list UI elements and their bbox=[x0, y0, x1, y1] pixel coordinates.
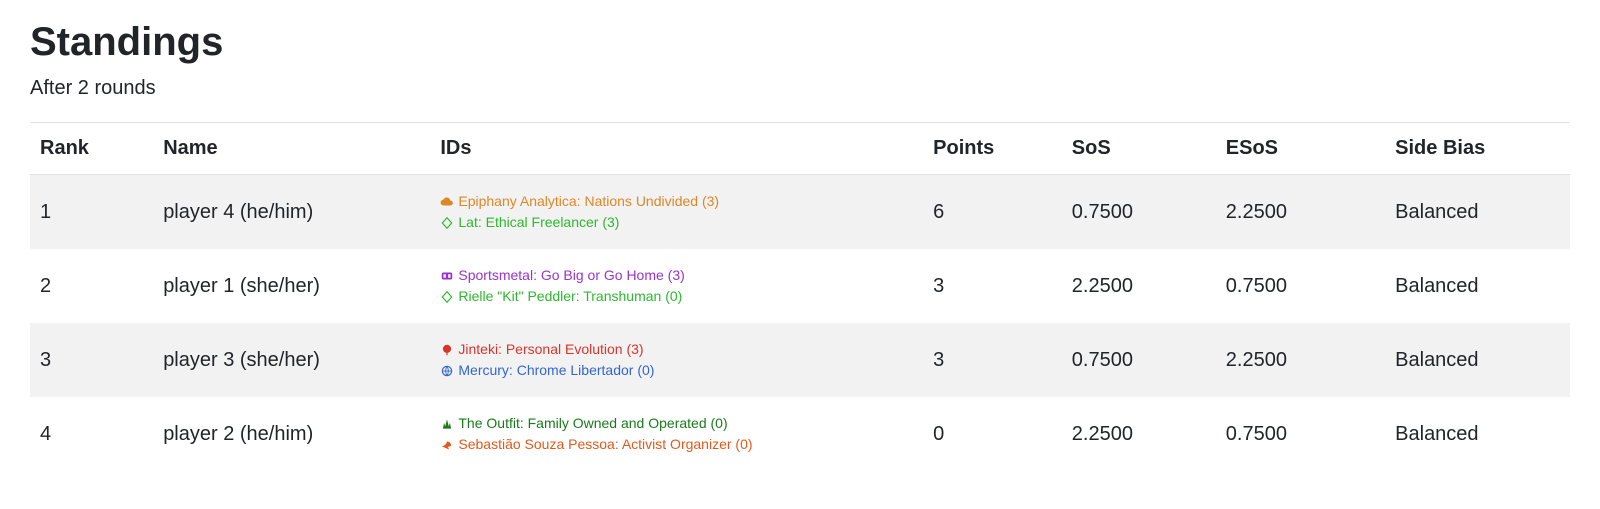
col-header-side-bias: Side Bias bbox=[1385, 123, 1570, 175]
cell-esos: 2.2500 bbox=[1216, 323, 1385, 397]
cell-points: 3 bbox=[923, 249, 1062, 323]
col-header-points: Points bbox=[923, 123, 1062, 175]
col-header-name: Name bbox=[153, 123, 430, 175]
corp-id: Epiphany Analytica: Nations Undivided (3… bbox=[440, 191, 913, 212]
cell-ids: Epiphany Analytica: Nations Undivided (3… bbox=[430, 175, 923, 250]
col-header-rank: Rank bbox=[30, 123, 153, 175]
cell-ids: Jinteki: Personal Evolution (3)Mercury: … bbox=[430, 323, 923, 397]
runner-id-label: Sebastião Souza Pessoa: Activist Organiz… bbox=[458, 434, 752, 455]
runner-id: Lat: Ethical Freelancer (3) bbox=[440, 212, 913, 233]
col-header-ids: IDs bbox=[430, 123, 923, 175]
corp-id-label: The Outfit: Family Owned and Operated (0… bbox=[458, 413, 727, 434]
cell-rank: 3 bbox=[30, 323, 153, 397]
runner-id: Mercury: Chrome Libertador (0) bbox=[440, 360, 913, 381]
standings-table: Rank Name IDs Points SoS ESoS Side Bias … bbox=[30, 122, 1570, 471]
runner-faction-icon bbox=[440, 290, 454, 304]
corp-id-label: Jinteki: Personal Evolution (3) bbox=[458, 339, 643, 360]
table-row: 3player 3 (she/her)Jinteki: Personal Evo… bbox=[30, 323, 1570, 397]
cell-esos: 0.7500 bbox=[1216, 249, 1385, 323]
corp-id: Jinteki: Personal Evolution (3) bbox=[440, 339, 913, 360]
cell-name: player 2 (he/him) bbox=[153, 397, 430, 471]
runner-id-label: Rielle "Kit" Peddler: Transhuman (0) bbox=[458, 286, 682, 307]
cell-rank: 4 bbox=[30, 397, 153, 471]
runner-faction-icon bbox=[440, 364, 454, 378]
runner-faction-icon bbox=[440, 216, 454, 230]
cell-name: player 4 (he/him) bbox=[153, 175, 430, 250]
table-row: 2player 1 (she/her)Sportsmetal: Go Big o… bbox=[30, 249, 1570, 323]
runner-id: Rielle "Kit" Peddler: Transhuman (0) bbox=[440, 286, 913, 307]
corp-faction-icon bbox=[440, 195, 454, 209]
cell-sos: 0.7500 bbox=[1062, 175, 1216, 250]
cell-ids: The Outfit: Family Owned and Operated (0… bbox=[430, 397, 923, 471]
corp-faction-icon bbox=[440, 417, 454, 431]
cell-side-bias: Balanced bbox=[1385, 175, 1570, 250]
cell-sos: 2.2500 bbox=[1062, 249, 1216, 323]
cell-sos: 2.2500 bbox=[1062, 397, 1216, 471]
cell-points: 6 bbox=[923, 175, 1062, 250]
table-row: 4player 2 (he/him) The Outfit: Family Own… bbox=[30, 397, 1570, 471]
cell-esos: 0.7500 bbox=[1216, 397, 1385, 471]
corp-faction-icon bbox=[440, 269, 454, 283]
subtitle: After 2 rounds bbox=[30, 77, 1570, 100]
runner-id-label: Mercury: Chrome Libertador (0) bbox=[458, 360, 654, 381]
corp-id: The Outfit: Family Owned and Operated (0… bbox=[440, 413, 913, 434]
cell-name: player 1 (she/her) bbox=[153, 249, 430, 323]
col-header-esos: ESoS bbox=[1216, 123, 1385, 175]
cell-esos: 2.2500 bbox=[1216, 175, 1385, 250]
runner-faction-icon bbox=[440, 438, 454, 452]
cell-points: 0 bbox=[923, 397, 1062, 471]
table-row: 1player 4 (he/him) Epiphany Analytica: Na… bbox=[30, 175, 1570, 250]
corp-id-label: Epiphany Analytica: Nations Undivided (3… bbox=[458, 191, 719, 212]
cell-side-bias: Balanced bbox=[1385, 249, 1570, 323]
col-header-sos: SoS bbox=[1062, 123, 1216, 175]
cell-side-bias: Balanced bbox=[1385, 397, 1570, 471]
runner-id-label: Lat: Ethical Freelancer (3) bbox=[458, 212, 619, 233]
cell-ids: Sportsmetal: Go Big or Go Home (3)Rielle… bbox=[430, 249, 923, 323]
runner-id: Sebastião Souza Pessoa: Activist Organiz… bbox=[440, 434, 913, 455]
page-title: Standings bbox=[30, 20, 1570, 65]
cell-name: player 3 (she/her) bbox=[153, 323, 430, 397]
corp-id: Sportsmetal: Go Big or Go Home (3) bbox=[440, 265, 913, 286]
cell-sos: 0.7500 bbox=[1062, 323, 1216, 397]
cell-rank: 1 bbox=[30, 175, 153, 250]
corp-id-label: Sportsmetal: Go Big or Go Home (3) bbox=[458, 265, 684, 286]
cell-side-bias: Balanced bbox=[1385, 323, 1570, 397]
cell-rank: 2 bbox=[30, 249, 153, 323]
cell-points: 3 bbox=[923, 323, 1062, 397]
corp-faction-icon bbox=[440, 343, 454, 357]
